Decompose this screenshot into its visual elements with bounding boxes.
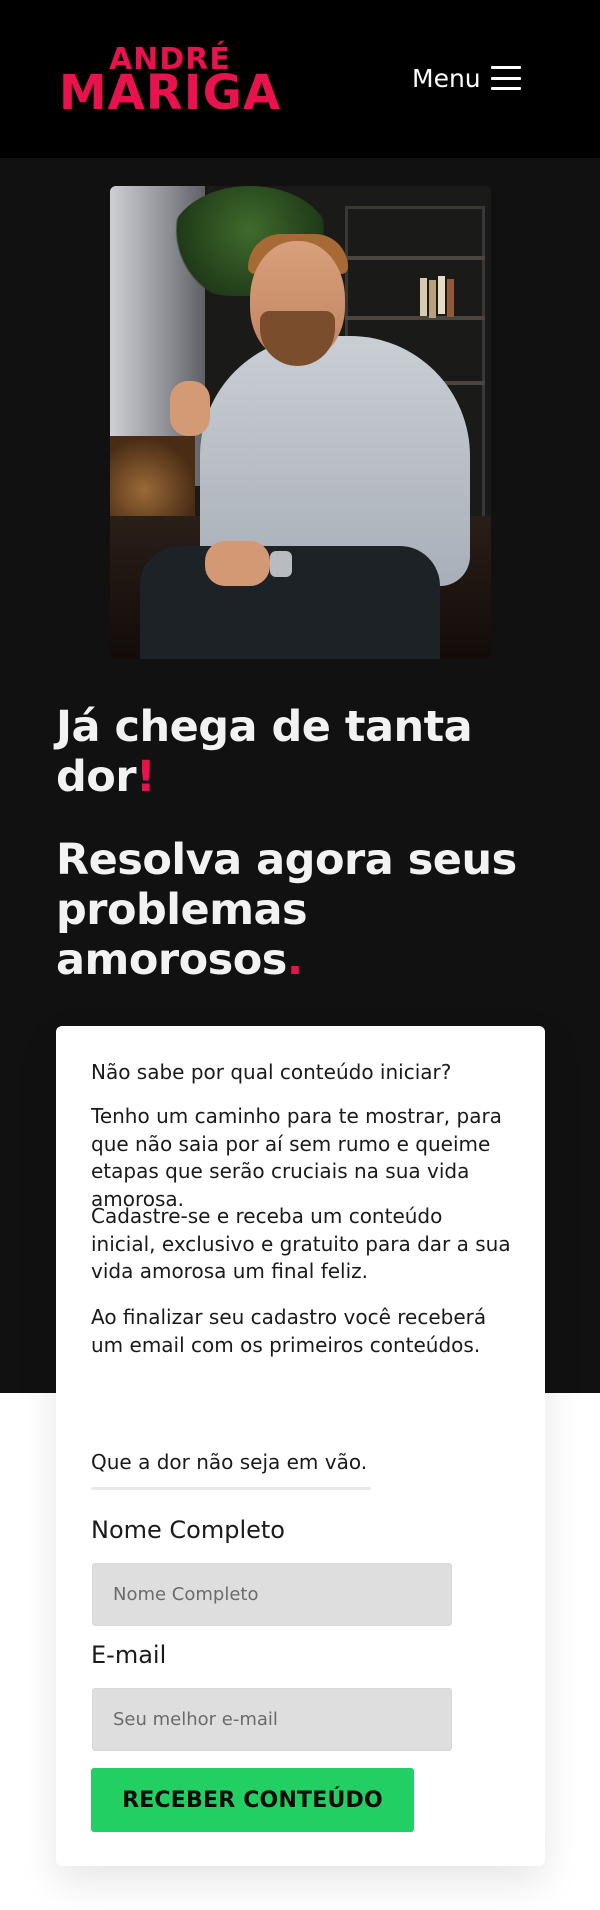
photo-lamp <box>110 436 195 526</box>
hero-heading: Já chega de tanta dor! <box>56 702 546 802</box>
hamburger-menu-icon <box>490 66 521 90</box>
site-header: ANDRÉ MARIGA Menu <box>0 0 600 158</box>
card-paragraph: Ao finalizar seu cadastro você receberá … <box>91 1305 487 1357</box>
menu-label: Menu <box>412 63 481 93</box>
hero-heading-mark: ! <box>136 752 156 802</box>
photo-thumbs-up-hand <box>170 381 210 436</box>
photo-book <box>429 280 436 318</box>
hero-photo <box>110 186 491 659</box>
photo-shelf <box>345 256 485 260</box>
photo-watch <box>270 551 292 577</box>
name-label: Nome Completo <box>91 1516 285 1544</box>
hero-subheading: Resolva agora seus problemas amorosos. <box>56 835 546 985</box>
submit-button[interactable]: RECEBER CONTEÚDO <box>91 1768 414 1832</box>
photo-hand-phone <box>205 541 270 586</box>
card-paragraph: Cadastre-se e receba um conteúdo inicial… <box>91 1204 511 1283</box>
logo-line-2: MARIGA <box>58 65 282 121</box>
card-paragraph: Tenho um caminho para te mostrar, para q… <box>91 1104 502 1211</box>
card-divider <box>91 1487 371 1490</box>
email-input[interactable] <box>92 1688 452 1751</box>
hero-heading-text: Já chega de tanta dor <box>56 702 473 802</box>
photo-shelf <box>345 316 485 320</box>
photo-book <box>438 276 445 314</box>
hero-subheading-mark: . <box>286 935 303 985</box>
name-input[interactable] <box>92 1563 452 1626</box>
card-paragraph: Não sabe por qual conteúdo iniciar? <box>91 1060 452 1084</box>
email-label: E-mail <box>91 1641 167 1669</box>
photo-book <box>447 279 454 317</box>
menu-button[interactable]: Menu <box>412 60 521 96</box>
site-logo[interactable]: ANDRÉ MARIGA <box>55 44 285 121</box>
signup-card: Não sabe por qual conteúdo iniciar? Tenh… <box>56 1026 545 1866</box>
card-paragraph: Que a dor não seja em vão. <box>91 1450 368 1474</box>
photo-book <box>420 278 427 316</box>
